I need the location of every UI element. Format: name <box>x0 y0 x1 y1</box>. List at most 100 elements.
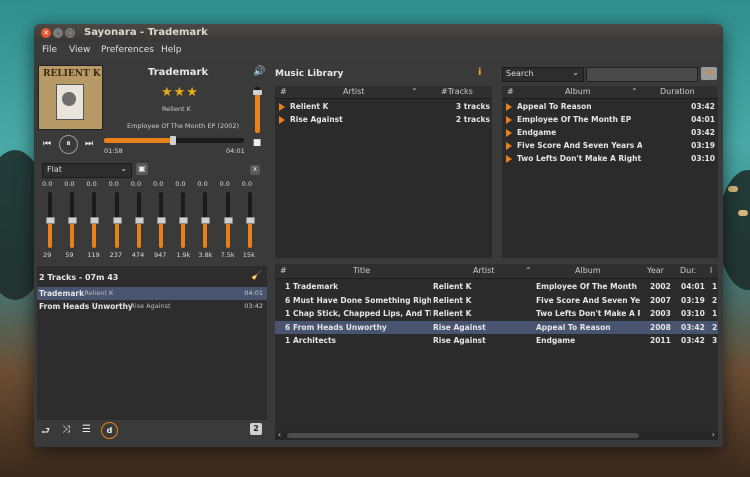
album-duration: 03:10 <box>691 154 715 163</box>
menu-view[interactable]: View <box>69 45 90 55</box>
eq-band-slider[interactable] <box>112 192 122 248</box>
stop-button[interactable]: ■ <box>252 138 262 148</box>
menu-file[interactable]: File <box>42 45 57 55</box>
rating-stars[interactable]: ★★★ <box>161 85 199 100</box>
eq-band-handle[interactable] <box>112 217 122 224</box>
track-row[interactable]: 1 Chap Stick, Chapped Lips, And Thi Relien… <box>275 307 718 320</box>
artist-row[interactable]: Rise Against 2 tracks <box>275 113 492 126</box>
scroll-left-icon[interactable]: ‹ <box>278 430 281 439</box>
eq-band-handle[interactable] <box>179 217 189 224</box>
scrollbar-thumb[interactable] <box>287 433 639 438</box>
horizontal-scrollbar[interactable]: ‹ › <box>275 430 718 440</box>
header-num[interactable]: # <box>507 87 514 96</box>
list-icon[interactable]: ☰ <box>82 424 91 435</box>
search-input[interactable] <box>586 67 698 82</box>
maximize-window-button[interactable]: □ <box>65 28 75 38</box>
progress-handle[interactable] <box>169 136 176 145</box>
play-pause-button[interactable]: ⏸ <box>59 135 78 154</box>
header-album[interactable]: Album <box>565 87 591 96</box>
header-num[interactable]: # <box>280 266 287 275</box>
track-extra: 2 <box>712 322 718 332</box>
eq-band-handle[interactable] <box>46 217 55 224</box>
menu-help[interactable]: Help <box>161 45 182 55</box>
album-row[interactable]: Endgame 03:42 <box>502 126 718 139</box>
header-dur[interactable]: Dur. <box>680 266 696 275</box>
eq-band-freq: 947 <box>154 251 167 259</box>
eq-band-slider[interactable] <box>179 192 189 248</box>
track-row[interactable]: 6 From Heads Unworthy Rise Against Appeal T… <box>275 320 718 334</box>
eq-band-slider[interactable] <box>46 192 55 248</box>
track-duration: 03:42 <box>681 322 705 332</box>
shuffle-icon[interactable]: ⤨ <box>62 424 70 435</box>
eq-band-freq: 474 <box>131 251 145 259</box>
track-row[interactable]: 6 Must Have Done Something Right Relient K… <box>275 294 718 307</box>
eq-band-level <box>247 220 252 248</box>
header-year[interactable]: Year <box>647 266 664 275</box>
track-row[interactable]: 1 Architects Rise Against Endgame 2011 03:42 3 <box>275 334 718 347</box>
track-album: Endgame <box>536 336 576 345</box>
eq-band-value: 0.0 <box>64 180 75 188</box>
header-duration[interactable]: Duration <box>660 87 695 96</box>
header-artist[interactable]: Artist <box>343 87 364 96</box>
eq-band-freq: 3.8k <box>198 251 213 259</box>
header-extra[interactable]: l <box>710 266 712 275</box>
volume-icon[interactable]: 🔊 <box>253 66 265 77</box>
eq-band-handle[interactable] <box>90 217 100 224</box>
dynamic-playback-icon[interactable]: d <box>101 422 118 439</box>
cover-art[interactable]: RELIENT K <box>38 65 103 130</box>
eq-band-slider[interactable] <box>157 192 166 248</box>
eq-band-handle[interactable] <box>245 217 255 224</box>
volume-handle[interactable] <box>253 89 262 95</box>
header-album[interactable]: Album <box>575 266 601 275</box>
header-artist[interactable]: Artist <box>473 266 494 275</box>
eq-band-handle[interactable] <box>157 217 166 224</box>
progress-slider[interactable] <box>104 136 244 145</box>
artist-row[interactable]: Relient K 3 tracks <box>275 100 492 113</box>
header-tracks[interactable]: #Tracks <box>441 87 473 96</box>
info-icon[interactable]: ⅰ <box>478 67 481 78</box>
eq-band-handle[interactable] <box>134 217 144 224</box>
eq-band-slider[interactable] <box>68 192 78 248</box>
eq-band-handle[interactable] <box>201 217 211 224</box>
header-num[interactable]: # <box>280 87 287 96</box>
eq-band-slider[interactable] <box>245 192 255 248</box>
menu-preferences[interactable]: Preferences <box>101 45 154 55</box>
repeat-icon[interactable]: ⮐ <box>41 424 50 441</box>
track-year: 2011 <box>650 336 671 345</box>
eq-band-slider[interactable] <box>90 192 100 248</box>
eq-band-freq: 237 <box>109 251 123 259</box>
track-row[interactable]: 1 Trademark Relient K Employee Of The Month… <box>275 280 718 293</box>
search-mode-select[interactable]: Search ⌄ <box>502 67 584 82</box>
album-row[interactable]: Five Score And Seven Years Ag 03:19 <box>502 139 718 152</box>
eq-close-button[interactable]: x <box>250 165 260 175</box>
album-row[interactable]: Employee Of The Month EP 04:01 <box>502 113 718 126</box>
album-row[interactable]: Two Lefts Don't Make A Right... 03:10 <box>502 152 718 165</box>
album-row[interactable]: Appeal To Reason 03:42 <box>502 100 718 113</box>
close-window-button[interactable]: ✕ <box>41 28 51 38</box>
volume-slider[interactable] <box>253 87 262 133</box>
artist-table: # Artist ⌃ #Tracks Relient K 3 tracks Rise… <box>275 86 492 258</box>
minimize-window-button[interactable]: – <box>53 28 63 38</box>
scroll-right-icon[interactable]: › <box>712 430 715 439</box>
broom-icon[interactable]: 🧹 <box>251 271 262 281</box>
menubar: File View Preferences Help <box>34 42 723 60</box>
track-duration: 04:01 <box>681 282 705 291</box>
eq-save-icon[interactable]: ▣ <box>136 163 148 175</box>
eq-band-level <box>70 220 75 248</box>
playlist-count-badge[interactable]: 2 <box>250 423 262 435</box>
eq-band-slider[interactable] <box>134 192 144 248</box>
playlist-item[interactable]: Trademark Relient K 04:01 <box>37 287 267 300</box>
eq-band-slider[interactable] <box>223 192 233 248</box>
search-clear-button[interactable]: ➜ <box>701 67 717 80</box>
playlist-panel: 2 Tracks - 07m 43 🧹 Trademark Relient K 04… <box>37 266 267 420</box>
album-duration: 03:19 <box>691 141 715 150</box>
next-button[interactable]: ⏭ <box>82 137 96 151</box>
header-title[interactable]: Title <box>353 266 370 275</box>
playlist-item[interactable]: From Heads Unworthy Rise Against 03:42 <box>37 300 267 313</box>
previous-button[interactable]: ⏮ <box>40 137 54 151</box>
eq-band-slider[interactable] <box>201 192 211 248</box>
eq-preset-select[interactable]: Flat ⌄ <box>42 163 132 178</box>
eq-band-handle[interactable] <box>68 217 78 224</box>
artist-name: Relient K <box>290 102 329 111</box>
eq-band-handle[interactable] <box>223 217 233 224</box>
